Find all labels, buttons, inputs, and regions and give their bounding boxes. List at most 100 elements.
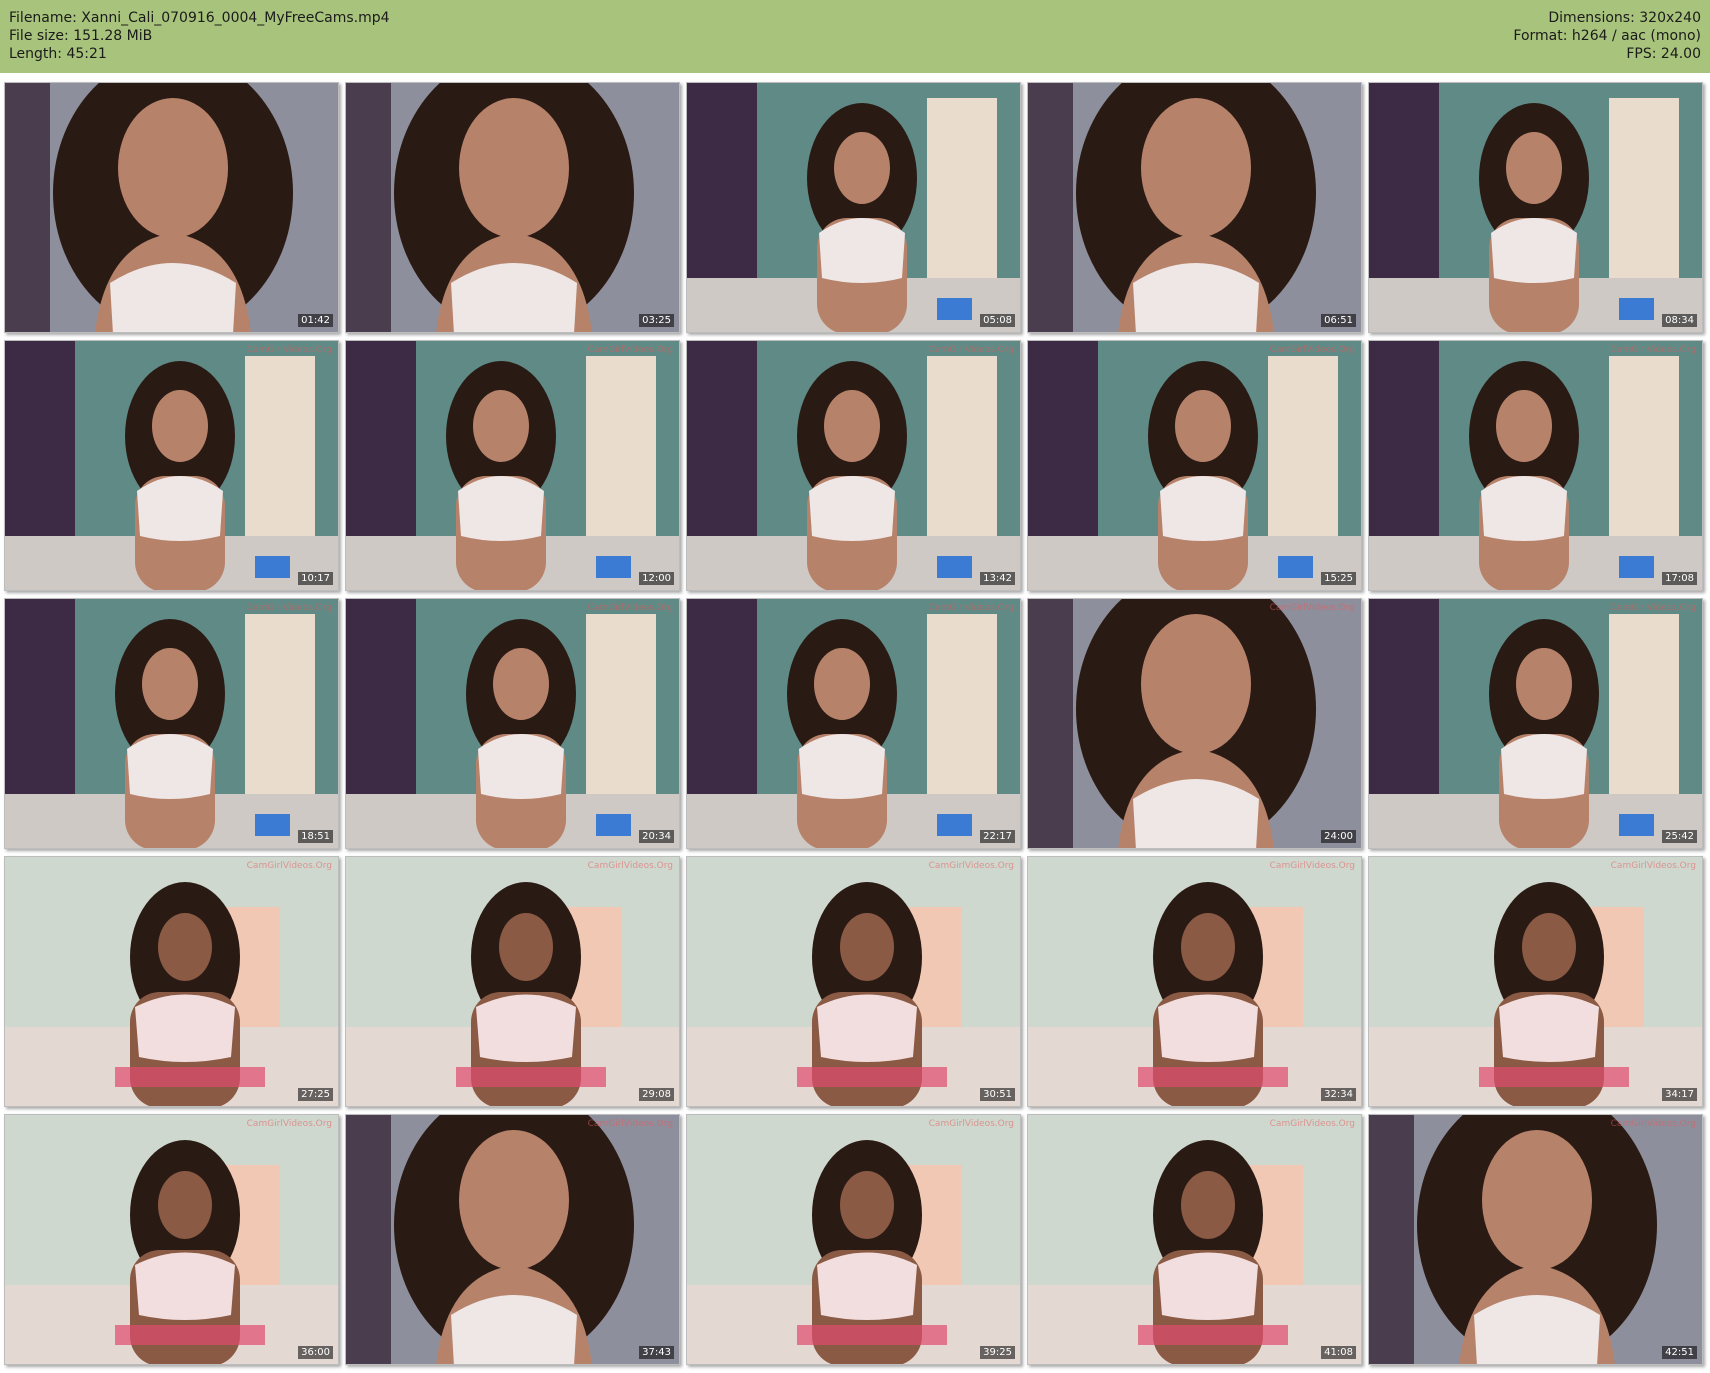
thumbnail-frame-image [1028,599,1361,848]
format-text: Format: h264 / aac (mono) [1513,28,1701,44]
thumbnail-frame-image [1028,857,1361,1106]
thumbnail-frame-image [1028,83,1361,332]
thumbnail-frame-image [687,1115,1020,1364]
watermark-text: CamGirlVideos.Org [587,1119,673,1129]
timestamp-label: 20:34 [639,830,674,843]
watermark-text: CamGirlVideos.Org [1610,603,1696,613]
video-thumbnail[interactable]: CamGirlVideos.Org 13:42 [686,340,1021,591]
watermark-text: CamGirlVideos.Org [928,1119,1014,1129]
timestamp-label: 01:42 [298,314,333,327]
filesize-text: File size: 151.28 MiB [9,28,153,44]
video-thumbnail[interactable]: CamGirlVideos.Org 24:00 [1027,598,1362,849]
info-header: Filename: Xanni_Cali_070916_0004_MyFreeC… [0,0,1710,73]
video-thumbnail[interactable]: 08:34 [1368,82,1703,333]
video-thumbnail[interactable]: CamGirlVideos.Org 15:25 [1027,340,1362,591]
timestamp-label: 27:25 [298,1088,333,1101]
watermark-text: CamGirlVideos.Org [1269,345,1355,355]
timestamp-label: 22:17 [980,830,1015,843]
timestamp-label: 32:34 [1321,1088,1356,1101]
thumbnail-frame-image [1028,341,1361,590]
timestamp-label: 42:51 [1662,1346,1697,1359]
video-thumbnail[interactable]: CamGirlVideos.Org 25:42 [1368,598,1703,849]
watermark-text: CamGirlVideos.Org [1269,1119,1355,1129]
watermark-text: CamGirlVideos.Org [246,603,332,613]
thumbnail-grid: 01:42 03:25 05:08 06:51 08:34 CamGirlVideos.O… [4,82,1703,1365]
video-thumbnail[interactable]: CamGirlVideos.Org 30:51 [686,856,1021,1107]
thumbnail-frame-image [5,341,338,590]
length-text: Length: 45:21 [9,46,107,62]
thumbnail-frame-image [5,599,338,848]
thumbnail-frame-image [346,341,679,590]
video-thumbnail[interactable]: 06:51 [1027,82,1362,333]
watermark-text: CamGirlVideos.Org [1269,861,1355,871]
watermark-text: CamGirlVideos.Org [246,1119,332,1129]
timestamp-label: 03:25 [639,314,674,327]
watermark-text: CamGirlVideos.Org [928,603,1014,613]
watermark-text: CamGirlVideos.Org [1269,603,1355,613]
thumbnail-frame-image [5,1115,338,1364]
timestamp-label: 06:51 [1321,314,1356,327]
timestamp-label: 34:17 [1662,1088,1697,1101]
timestamp-label: 36:00 [298,1346,333,1359]
filename-text: Filename: Xanni_Cali_070916_0004_MyFreeC… [9,10,390,26]
watermark-text: CamGirlVideos.Org [246,345,332,355]
timestamp-label: 39:25 [980,1346,1015,1359]
video-thumbnail[interactable]: CamGirlVideos.Org 27:25 [4,856,339,1107]
thumbnail-frame-image [1369,341,1702,590]
watermark-text: CamGirlVideos.Org [928,861,1014,871]
watermark-text: CamGirlVideos.Org [1610,861,1696,871]
timestamp-label: 29:08 [639,1088,674,1101]
video-thumbnail[interactable]: CamGirlVideos.Org 18:51 [4,598,339,849]
video-thumbnail[interactable]: CamGirlVideos.Org 10:17 [4,340,339,591]
thumbnail-frame-image [687,857,1020,1106]
thumbnail-frame-image [1369,599,1702,848]
thumbnail-frame-image [5,857,338,1106]
video-thumbnail[interactable]: CamGirlVideos.Org 37:43 [345,1114,680,1365]
timestamp-label: 18:51 [298,830,333,843]
timestamp-label: 41:08 [1321,1346,1356,1359]
fps-text: FPS: 24.00 [1626,46,1701,62]
video-thumbnail[interactable]: 05:08 [686,82,1021,333]
video-thumbnail[interactable]: CamGirlVideos.Org 17:08 [1368,340,1703,591]
video-thumbnail[interactable]: CamGirlVideos.Org 32:34 [1027,856,1362,1107]
timestamp-label: 30:51 [980,1088,1015,1101]
video-thumbnail[interactable]: CamGirlVideos.Org 22:17 [686,598,1021,849]
video-thumbnail[interactable]: 03:25 [345,82,680,333]
thumbnail-frame-image [5,83,338,332]
video-thumbnail[interactable]: CamGirlVideos.Org 29:08 [345,856,680,1107]
video-thumbnail[interactable]: CamGirlVideos.Org 12:00 [345,340,680,591]
timestamp-label: 12:00 [639,572,674,585]
thumbnail-frame-image [1028,1115,1361,1364]
watermark-text: CamGirlVideos.Org [587,345,673,355]
timestamp-label: 15:25 [1321,572,1356,585]
video-thumbnail[interactable]: 01:42 [4,82,339,333]
timestamp-label: 05:08 [980,314,1015,327]
watermark-text: CamGirlVideos.Org [1610,345,1696,355]
thumbnail-frame-image [346,1115,679,1364]
timestamp-label: 37:43 [639,1346,674,1359]
video-thumbnail[interactable]: CamGirlVideos.Org 34:17 [1368,856,1703,1107]
video-thumbnail[interactable]: CamGirlVideos.Org 42:51 [1368,1114,1703,1365]
timestamp-label: 25:42 [1662,830,1697,843]
file-info: Filename: Xanni_Cali_070916_0004_MyFreeC… [9,9,390,63]
thumbnail-frame-image [346,857,679,1106]
thumbnail-frame-image [346,599,679,848]
thumbnail-frame-image [346,83,679,332]
video-thumbnail[interactable]: CamGirlVideos.Org 41:08 [1027,1114,1362,1365]
timestamp-label: 13:42 [980,572,1015,585]
video-thumbnail[interactable]: CamGirlVideos.Org 20:34 [345,598,680,849]
watermark-text: CamGirlVideos.Org [1610,1119,1696,1129]
stream-info: Dimensions: 320x240 Format: h264 / aac (… [1513,9,1701,63]
timestamp-label: 08:34 [1662,314,1697,327]
watermark-text: CamGirlVideos.Org [246,861,332,871]
thumbnail-frame-image [1369,857,1702,1106]
video-thumbnail[interactable]: CamGirlVideos.Org 36:00 [4,1114,339,1365]
video-thumbnail[interactable]: CamGirlVideos.Org 39:25 [686,1114,1021,1365]
dimensions-text: Dimensions: 320x240 [1548,10,1701,26]
thumbnail-frame-image [1369,83,1702,332]
thumbnail-frame-image [687,599,1020,848]
thumbnail-frame-image [687,341,1020,590]
watermark-text: CamGirlVideos.Org [928,345,1014,355]
timestamp-label: 10:17 [298,572,333,585]
thumbnail-frame-image [687,83,1020,332]
